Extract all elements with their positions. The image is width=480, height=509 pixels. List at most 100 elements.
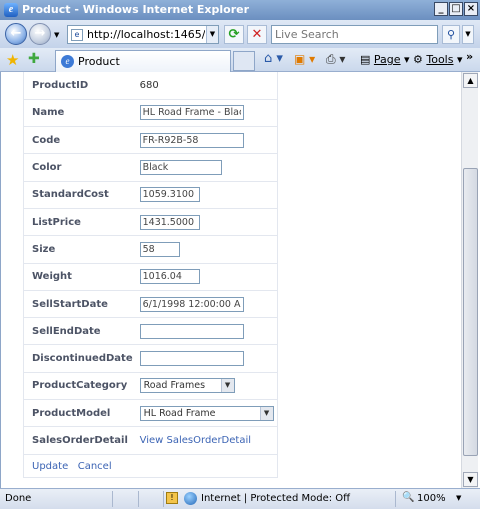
vertical-scrollbar[interactable]: ▲ ▼ bbox=[461, 72, 478, 488]
tab-label: Product bbox=[78, 55, 120, 68]
field-label: SellEndDate bbox=[23, 317, 133, 346]
forward-button[interactable]: → bbox=[29, 23, 51, 45]
page-menu[interactable]: ▤ Page ▾ bbox=[360, 53, 410, 66]
list-price-input[interactable] bbox=[139, 214, 200, 230]
new-tab-button[interactable] bbox=[233, 51, 255, 71]
weight-input[interactable] bbox=[139, 269, 200, 285]
address-toolbar: ← → ▼ e http://localhost:1465/Product ▼ … bbox=[0, 20, 480, 48]
details-row: Size bbox=[23, 235, 278, 264]
code-input[interactable] bbox=[139, 132, 244, 148]
page-content: ProductID 680 Name Code Color StandardCo… bbox=[0, 72, 480, 488]
product-details-view: ProductID 680 Name Code Color StandardCo… bbox=[23, 72, 278, 478]
chevron-down-icon[interactable]: ▼ bbox=[259, 406, 273, 420]
details-row: Color bbox=[23, 153, 278, 182]
maximize-button[interactable]: □ bbox=[449, 2, 463, 16]
scrollbar-thumb[interactable] bbox=[463, 168, 478, 456]
home-icon[interactable]: ⌂ ▾ bbox=[264, 51, 283, 66]
details-row: Code bbox=[23, 126, 278, 155]
url-text[interactable]: http://localhost:1465/Product bbox=[87, 28, 205, 41]
protected-mode-icon[interactable]: ! bbox=[166, 492, 178, 504]
cancel-link[interactable]: Cancel bbox=[78, 461, 112, 472]
details-row: SellEndDate bbox=[23, 317, 278, 346]
refresh-icon: ⟳ bbox=[228, 27, 240, 42]
back-arrow-icon: ← bbox=[10, 26, 22, 41]
command-row: Update Cancel bbox=[23, 454, 278, 478]
page-icon: e bbox=[71, 29, 83, 41]
update-link[interactable]: Update bbox=[32, 461, 68, 472]
print-icon[interactable]: ⎙ ▾ bbox=[326, 52, 345, 67]
tools-menu[interactable]: ⚙ Tools ▾ bbox=[413, 53, 463, 66]
feeds-icon[interactable]: ▣ ▾ bbox=[294, 52, 315, 66]
details-row: ProductCategory Road Frames ▼ bbox=[23, 372, 278, 401]
ie-logo-icon: e bbox=[4, 3, 18, 17]
product-id-value: 680 bbox=[132, 72, 278, 100]
scroll-down-arrow-icon[interactable]: ▼ bbox=[463, 472, 478, 487]
discontinued-date-input[interactable] bbox=[139, 351, 244, 367]
refresh-button[interactable]: ⟳ bbox=[224, 25, 244, 44]
size-input[interactable] bbox=[139, 241, 180, 257]
scroll-up-arrow-icon[interactable]: ▲ bbox=[463, 73, 478, 88]
search-button[interactable]: ⚲ bbox=[442, 25, 460, 44]
zoom-level[interactable]: 100% bbox=[417, 493, 446, 504]
field-label: Name bbox=[23, 99, 133, 128]
field-label: Weight bbox=[23, 263, 133, 291]
window-title: Product - Windows Internet Explorer bbox=[22, 3, 250, 16]
details-row: Name bbox=[23, 99, 278, 128]
sell-start-date-input[interactable] bbox=[139, 296, 244, 312]
zoom-icon[interactable]: 🔍 bbox=[402, 492, 414, 503]
tab-command-bar: ★ ✚ e Product ⌂ ▾ ▣ ▾ ⎙ ▾ ▤ Page ▾ ⚙ Too… bbox=[0, 48, 480, 72]
details-row: DiscontinuedDate bbox=[23, 344, 278, 373]
sell-end-date-input[interactable] bbox=[139, 323, 244, 339]
details-row: ProductModel HL Road Frame ▼ bbox=[23, 399, 278, 428]
status-divider bbox=[395, 491, 396, 507]
status-bar: Done ! Internet | Protected Mode: Off 🔍 … bbox=[0, 488, 480, 509]
zoom-dropdown-icon[interactable]: ▼ bbox=[456, 494, 461, 502]
search-input[interactable] bbox=[272, 26, 432, 43]
field-label: ProductCategory bbox=[23, 372, 133, 401]
more-commands-button[interactable]: » bbox=[466, 50, 473, 63]
details-row: ProductID 680 bbox=[23, 72, 278, 100]
ie-page-icon: e bbox=[61, 55, 74, 68]
gear-icon: ⚙ bbox=[413, 53, 423, 66]
page-menu-icon: ▤ bbox=[360, 53, 371, 66]
address-dropdown-button[interactable]: ▼ bbox=[206, 26, 218, 43]
chevron-down-icon[interactable]: ▼ bbox=[220, 379, 234, 393]
live-search-box[interactable] bbox=[271, 25, 438, 44]
status-divider bbox=[138, 491, 139, 507]
tab-product[interactable]: e Product bbox=[55, 50, 231, 72]
selected-category: Road Frames bbox=[143, 380, 206, 392]
add-favorite-icon[interactable]: ✚ bbox=[28, 51, 40, 67]
view-sales-order-detail-link[interactable]: View SalesOrderDetail bbox=[140, 435, 251, 446]
field-label: ProductID bbox=[23, 72, 133, 100]
name-input[interactable] bbox=[139, 105, 244, 121]
security-zone-text[interactable]: Internet | Protected Mode: Off bbox=[201, 493, 350, 504]
page-menu-label: Page bbox=[373, 53, 401, 66]
field-label: Code bbox=[23, 126, 133, 155]
field-label: ProductModel bbox=[23, 399, 133, 428]
globe-icon bbox=[184, 492, 197, 505]
standard-cost-input[interactable] bbox=[139, 187, 200, 203]
tools-menu-label: Tools bbox=[426, 53, 454, 66]
favorites-star-icon[interactable]: ★ bbox=[6, 51, 19, 69]
details-row: ListPrice bbox=[23, 208, 278, 237]
forward-arrow-icon: → bbox=[34, 26, 46, 41]
recent-pages-dropdown[interactable]: ▼ bbox=[54, 31, 59, 39]
back-button[interactable]: ← bbox=[5, 23, 27, 45]
address-bar[interactable]: e http://localhost:1465/Product ▼ bbox=[67, 25, 219, 44]
details-row: SalesOrderDetail View SalesOrderDetail bbox=[23, 426, 278, 455]
field-label: SellStartDate bbox=[23, 290, 133, 319]
details-row: Weight bbox=[23, 263, 278, 291]
search-options-dropdown[interactable]: ▼ bbox=[462, 25, 474, 44]
close-window-button[interactable]: × bbox=[464, 2, 478, 16]
color-input[interactable] bbox=[139, 160, 222, 176]
minimize-button[interactable]: _ bbox=[434, 2, 448, 16]
field-label: DiscontinuedDate bbox=[23, 344, 133, 373]
status-divider bbox=[112, 491, 113, 507]
stop-button[interactable]: ✕ bbox=[247, 25, 267, 44]
status-divider bbox=[163, 491, 164, 507]
field-label: ListPrice bbox=[23, 208, 133, 237]
product-category-select[interactable]: Road Frames ▼ bbox=[139, 378, 235, 394]
product-model-select[interactable]: HL Road Frame ▼ bbox=[139, 405, 274, 421]
details-row: StandardCost bbox=[23, 181, 278, 209]
status-text: Done bbox=[5, 493, 32, 504]
